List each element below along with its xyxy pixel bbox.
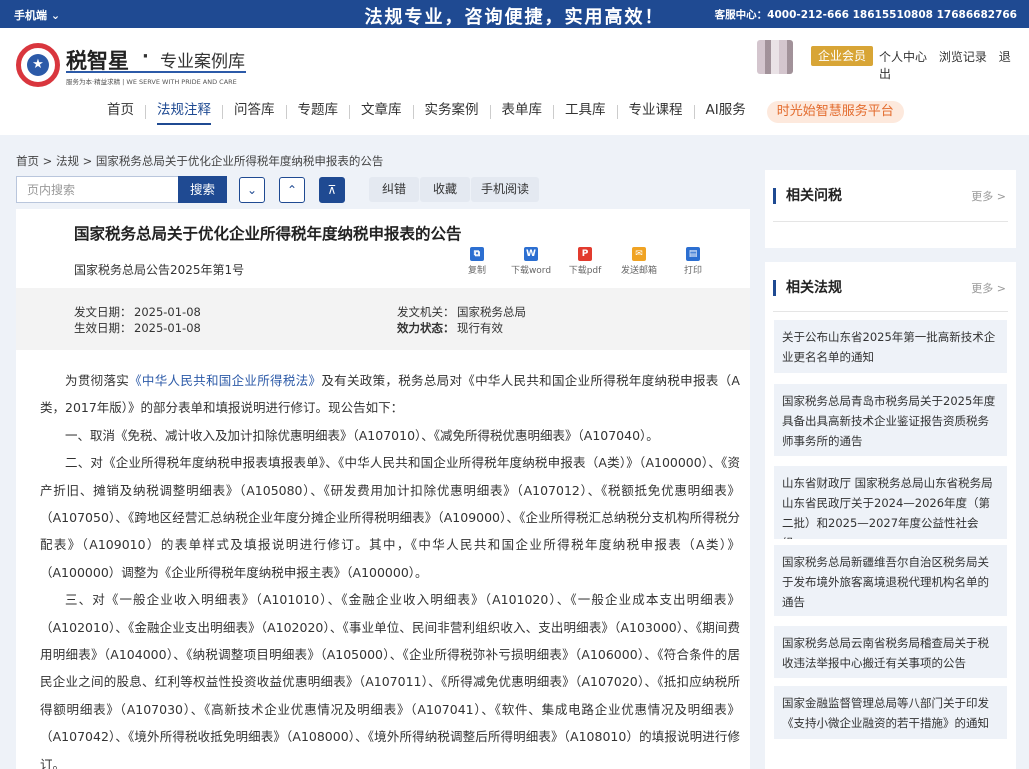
issuer-label: 发文机关： — [397, 305, 455, 319]
issuer-row: 发文机关： 国家税务总局 — [397, 304, 526, 320]
copy-icon: ⧉ — [470, 247, 484, 261]
panel-divider — [773, 311, 1008, 312]
user-links: 个人中心 浏览记录 退出 — [879, 48, 1029, 82]
document-body: 为贯彻落实《中华人民共和国企业所得税法》及有关政策，税务总局对《中华人民共和国企… — [40, 367, 740, 769]
search-button[interactable]: 搜索 — [178, 176, 227, 203]
related-law-item[interactable]: 国家税务总局云南省税务局稽查局关于税收违法举报中心搬迁有关事项的公告 — [774, 626, 1007, 678]
download-pdf-label: 下载pdf — [568, 266, 602, 276]
issuer-value: 国家税务总局 — [457, 305, 526, 319]
mobile-read-button[interactable]: 手机阅读 — [471, 177, 539, 202]
print-label: 打印 — [683, 266, 702, 276]
nav-item-topics[interactable]: 专题库 — [287, 99, 350, 125]
print-button[interactable]: ▤ 打印 — [666, 247, 720, 276]
vip-badge-button[interactable]: 企业会员 — [811, 46, 873, 66]
issue-date-row: 发文日期： 2025-01-08 — [74, 304, 201, 320]
copy-button[interactable]: ⧉ 复制 — [450, 247, 504, 276]
effective-date-value: 2025-01-08 — [134, 321, 201, 335]
effective-date-label: 生效日期： — [74, 321, 132, 335]
related-laws-more-link[interactable]: 更多 > — [971, 280, 1006, 296]
brand-subtitle: 专业案例库 — [160, 52, 245, 72]
body-paragraph: 二、对《企业所得税年度纳税申报表填报表单》、《中华人民共和国企业所得税年度纳税申… — [40, 455, 740, 580]
nav-item-cases[interactable]: 实务案例 — [414, 99, 490, 125]
status-badge: 现行有效 — [457, 321, 503, 335]
nav-item-forms[interactable]: 表单库 — [491, 99, 554, 125]
personal-center-link[interactable]: 个人中心 — [879, 50, 927, 64]
nav-item-articles[interactable]: 文章库 — [350, 99, 413, 125]
browse-history-link[interactable]: 浏览记录 — [939, 50, 987, 64]
page-search-box: 搜索 — [16, 176, 227, 203]
prev-match-button[interactable]: ⌃ — [279, 177, 305, 203]
main-nav: 首页 法规注释 问答库 专题库 文章库 实务案例 表单库 工具库 专业课程 AI… — [96, 99, 904, 125]
star-icon: ★ — [27, 54, 49, 76]
body-text: 为贯彻落实 — [65, 373, 130, 388]
copy-label: 复制 — [467, 266, 486, 276]
avatar[interactable] — [757, 40, 793, 74]
article-panel: 国家税务总局关于优化企业所得税年度纳税申报表的公告 国家税务总局公告2025年第… — [16, 209, 750, 769]
related-law-item[interactable]: 关于公布山东省2025年第一批高新技术企业更名名单的通知 — [774, 320, 1007, 373]
download-word-button[interactable]: W 下载word — [504, 247, 558, 276]
body-paragraph: 三、对《一般企业收入明细表》（A101010）、《金融企业收入明细表》（A101… — [40, 592, 740, 769]
related-qa-title: 相关问税 — [773, 188, 842, 204]
body-paragraph: 为贯彻落实《中华人民共和国企业所得税法》及有关政策，税务总局对《中华人民共和国企… — [40, 367, 740, 422]
brand-underline — [66, 71, 246, 73]
brand-separator: · — [142, 46, 149, 67]
to-top-icon: ⊼ — [327, 183, 337, 197]
related-law-item[interactable]: 山东省财政厅 国家税务总局山东省税务局 山东省民政厅关于2024—2026年度（… — [774, 466, 1007, 539]
back-to-top-button[interactable]: ⊼ — [319, 177, 345, 203]
related-laws-panel: 相关法规 更多 > 关于公布山东省2025年第一批高新技术企业更名名单的通知 国… — [765, 262, 1016, 769]
nav-item-platform[interactable]: 时光始智慧服务平台 — [766, 101, 904, 123]
body-paragraph: 一、取消《免税、减计收入及加计扣除优惠明细表》（A107010）、《减免所得税优… — [65, 427, 659, 443]
nav-item-ai[interactable]: AI服务 — [695, 99, 757, 125]
word-icon: W — [524, 247, 538, 261]
next-match-button[interactable]: ⌄ — [239, 177, 265, 203]
report-error-button[interactable]: 纠错 — [369, 177, 419, 202]
related-qa-more-link[interactable]: 更多 > — [971, 188, 1006, 204]
related-law-item[interactable]: 国家金融监督管理总局等八部门关于印发《支持小微企业融资的若干措施》的通知 — [774, 686, 1007, 739]
top-bar: 手机端 ⌄ 法规专业，咨询便捷，实用高效！ 客服中心：4000-212-666 … — [0, 0, 1029, 28]
brand-tagline: 服务为本·精益求精 | WE SERVE WITH PRIDE AND CARE — [66, 78, 237, 86]
chevron-up-icon: ⌃ — [286, 183, 298, 197]
nav-item-qa[interactable]: 问答库 — [223, 99, 286, 125]
document-meta: 发文日期： 2025-01-08 生效日期： 2025-01-08 发文机关： 国家税… — [16, 288, 750, 350]
status-row: 效力状态： 现行有效 — [397, 320, 503, 336]
issue-date-label: 发文日期： — [74, 305, 132, 319]
nav-item-home[interactable]: 首页 — [96, 99, 145, 125]
logo-icon[interactable]: ★ — [16, 43, 60, 87]
download-pdf-button[interactable]: P 下载pdf — [558, 247, 612, 276]
panel-divider — [773, 221, 1008, 222]
status-label: 效力状态： — [397, 321, 455, 335]
favorite-button[interactable]: 收藏 — [420, 177, 470, 202]
related-laws-title: 相关法规 — [773, 280, 842, 296]
issue-date-value: 2025-01-08 — [134, 305, 201, 319]
chevron-down-icon: ⌄ — [246, 183, 258, 197]
breadcrumb[interactable]: 首页 > 法规 > 国家税务总局关于优化企业所得税年度纳税申报表的公告 — [16, 153, 383, 169]
pdf-icon: P — [578, 247, 592, 261]
related-law-item[interactable]: 国家税务总局青岛市税务局关于2025年度具备出具高新技术企业鉴证报告资质税务师事… — [774, 384, 1007, 456]
document-actions: ⧉ 复制 W 下载word P 下载pdf ✉ 发送邮箱 ▤ 打印 — [450, 247, 720, 276]
mail-icon: ✉ — [632, 247, 646, 261]
related-law-item[interactable]: 国家税务总局新疆维吾尔自治区税务局关于发布境外旅客离境退税代理机构名单的通告 — [774, 545, 1007, 616]
document-number: 国家税务总局公告2025年第1号 — [74, 263, 245, 277]
service-hotline: 客服中心：4000-212-666 18615510808 1768668276… — [714, 9, 1017, 21]
download-word-label: 下载word — [510, 266, 552, 276]
nav-item-courses[interactable]: 专业课程 — [618, 99, 694, 125]
related-qa-panel: 相关问税 更多 > — [765, 170, 1016, 248]
effective-date-row: 生效日期： 2025-01-08 — [74, 320, 201, 336]
nav-item-regulations[interactable]: 法规注释 — [146, 99, 222, 125]
page-title: 国家税务总局关于优化企业所得税年度纳税申报表的公告 — [74, 225, 462, 243]
nav-item-tools[interactable]: 工具库 — [554, 99, 617, 125]
print-icon: ▤ — [686, 247, 700, 261]
send-email-label: 发送邮箱 — [620, 266, 657, 276]
law-link[interactable]: 《中华人民共和国企业所得税法》 — [129, 373, 321, 388]
site-header: ★ 税智星 · 专业案例库 服务为本·精益求精 | WE SERVE WITH … — [0, 28, 1029, 135]
send-email-button[interactable]: ✉ 发送邮箱 — [612, 247, 666, 276]
page-search-input[interactable] — [17, 177, 177, 202]
